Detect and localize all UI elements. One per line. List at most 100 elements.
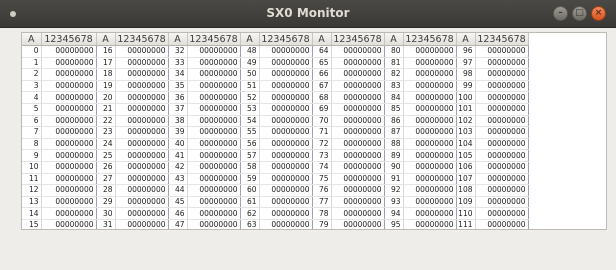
value-cell[interactable]: 00000000: [259, 138, 313, 151]
value-cell[interactable]: 00000000: [475, 80, 529, 93]
value-cell[interactable]: 00000000: [187, 126, 241, 139]
value-cell[interactable]: 00000000: [115, 173, 169, 186]
value-cell[interactable]: 00000000: [187, 173, 241, 186]
value-cell[interactable]: 00000000: [187, 45, 241, 58]
value-cell[interactable]: 00000000: [475, 91, 529, 104]
value-cell[interactable]: 00000000: [475, 196, 529, 209]
value-cell[interactable]: 00000000: [187, 161, 241, 174]
value-cell[interactable]: 00000000: [41, 57, 97, 70]
value-cell[interactable]: 00000000: [41, 80, 97, 93]
memory-table[interactable]: A 12345678 A 12345678 A 12345678 A 12345678 A 123…: [21, 32, 607, 230]
table-row[interactable]: 9 00000000 25 00000000 41 00000000 57 00000000 7…: [22, 149, 529, 162]
value-cell[interactable]: 00000000: [187, 184, 241, 197]
minimize-icon[interactable]: –: [553, 6, 568, 21]
value-cell[interactable]: 00000000: [187, 91, 241, 104]
value-cell[interactable]: 00000000: [259, 45, 313, 58]
table-row[interactable]: 5 00000000 21 00000000 37 00000000 53 00000000 6…: [22, 103, 529, 116]
value-cell[interactable]: 00000000: [403, 45, 457, 58]
value-cell[interactable]: 00000000: [115, 161, 169, 174]
value-cell[interactable]: 00000000: [331, 103, 385, 116]
table-row[interactable]: 14 00000000 30 00000000 46 00000000 62 00000000…: [22, 207, 529, 220]
value-cell[interactable]: 00000000: [187, 219, 241, 229]
table-row[interactable]: 4 00000000 20 00000000 36 00000000 52 00000000 6…: [22, 91, 529, 104]
value-cell[interactable]: 00000000: [187, 103, 241, 116]
value-cell[interactable]: 00000000: [115, 196, 169, 209]
value-cell[interactable]: 00000000: [331, 196, 385, 209]
value-cell[interactable]: 00000000: [331, 184, 385, 197]
value-cell[interactable]: 00000000: [403, 219, 457, 229]
value-cell[interactable]: 00000000: [475, 103, 529, 116]
table-row[interactable]: 6 00000000 22 00000000 38 00000000 54 00000000 7…: [22, 115, 529, 128]
value-cell[interactable]: 00000000: [259, 207, 313, 220]
value-cell[interactable]: 00000000: [187, 68, 241, 81]
value-cell[interactable]: 00000000: [475, 219, 529, 229]
value-cell[interactable]: 00000000: [41, 196, 97, 209]
value-cell[interactable]: 00000000: [475, 184, 529, 197]
value-cell[interactable]: 00000000: [259, 196, 313, 209]
value-cell[interactable]: 00000000: [403, 196, 457, 209]
value-cell[interactable]: 00000000: [41, 115, 97, 128]
value-cell[interactable]: 00000000: [331, 45, 385, 58]
column-header-address[interactable]: A: [456, 33, 476, 46]
table-row[interactable]: 2 00000000 18 00000000 34 00000000 50 00000000 6…: [22, 68, 529, 81]
value-cell[interactable]: 00000000: [115, 45, 169, 58]
close-icon[interactable]: ×: [591, 6, 606, 21]
value-cell[interactable]: 00000000: [475, 68, 529, 81]
table-row[interactable]: 15 00000000 31 00000000 47 00000000 63 00000000…: [22, 219, 529, 229]
value-cell[interactable]: 00000000: [331, 161, 385, 174]
value-cell[interactable]: 00000000: [115, 57, 169, 70]
column-header-address[interactable]: A: [168, 33, 188, 46]
value-cell[interactable]: 00000000: [259, 161, 313, 174]
value-cell[interactable]: 00000000: [187, 115, 241, 128]
table-row[interactable]: 13 00000000 29 00000000 45 00000000 61 00000000…: [22, 196, 529, 209]
value-cell[interactable]: 00000000: [41, 91, 97, 104]
column-header-value[interactable]: 12345678: [187, 33, 241, 46]
value-cell[interactable]: 00000000: [259, 126, 313, 139]
column-header-value[interactable]: 12345678: [115, 33, 169, 46]
value-cell[interactable]: 00000000: [331, 80, 385, 93]
value-cell[interactable]: 00000000: [187, 80, 241, 93]
column-header-value[interactable]: 12345678: [331, 33, 385, 46]
value-cell[interactable]: 00000000: [403, 173, 457, 186]
value-cell[interactable]: 00000000: [403, 68, 457, 81]
value-cell[interactable]: 00000000: [41, 45, 97, 58]
value-cell[interactable]: 00000000: [403, 161, 457, 174]
value-cell[interactable]: 00000000: [331, 207, 385, 220]
value-cell[interactable]: 00000000: [403, 80, 457, 93]
column-header-value[interactable]: 12345678: [403, 33, 457, 46]
column-header-address[interactable]: A: [22, 33, 42, 46]
value-cell[interactable]: 00000000: [41, 138, 97, 151]
value-cell[interactable]: 00000000: [331, 219, 385, 229]
value-cell[interactable]: 00000000: [187, 138, 241, 151]
column-header-value[interactable]: 12345678: [259, 33, 313, 46]
value-cell[interactable]: 00000000: [403, 126, 457, 139]
column-header-address[interactable]: A: [240, 33, 260, 46]
value-cell[interactable]: 00000000: [403, 184, 457, 197]
value-cell[interactable]: 00000000: [187, 207, 241, 220]
value-cell[interactable]: 00000000: [403, 103, 457, 116]
value-cell[interactable]: 00000000: [115, 219, 169, 229]
table-row[interactable]: 11 00000000 27 00000000 43 00000000 59 00000000…: [22, 173, 529, 186]
value-cell[interactable]: 00000000: [115, 184, 169, 197]
value-cell[interactable]: 00000000: [475, 57, 529, 70]
value-cell[interactable]: 00000000: [331, 91, 385, 104]
table-row[interactable]: 12 00000000 28 00000000 44 00000000 60 00000000…: [22, 184, 529, 197]
value-cell[interactable]: 00000000: [41, 173, 97, 186]
value-cell[interactable]: 00000000: [403, 138, 457, 151]
value-cell[interactable]: 00000000: [331, 115, 385, 128]
value-cell[interactable]: 00000000: [115, 115, 169, 128]
value-cell[interactable]: 00000000: [475, 149, 529, 162]
value-cell[interactable]: 00000000: [331, 138, 385, 151]
table-row[interactable]: 7 00000000 23 00000000 39 00000000 55 00000000 7…: [22, 126, 529, 139]
maximize-icon[interactable]: □: [572, 6, 587, 21]
value-cell[interactable]: 00000000: [115, 103, 169, 116]
value-cell[interactable]: 00000000: [259, 80, 313, 93]
value-cell[interactable]: 00000000: [331, 68, 385, 81]
value-cell[interactable]: 00000000: [259, 57, 313, 70]
value-cell[interactable]: 00000000: [331, 126, 385, 139]
title-bar[interactable]: SX0 Monitor – □ ×: [0, 0, 616, 28]
column-header-address[interactable]: A: [96, 33, 116, 46]
value-cell[interactable]: 00000000: [331, 149, 385, 162]
value-cell[interactable]: 00000000: [41, 68, 97, 81]
table-row[interactable]: 10 00000000 26 00000000 42 00000000 58 00000000…: [22, 161, 529, 174]
